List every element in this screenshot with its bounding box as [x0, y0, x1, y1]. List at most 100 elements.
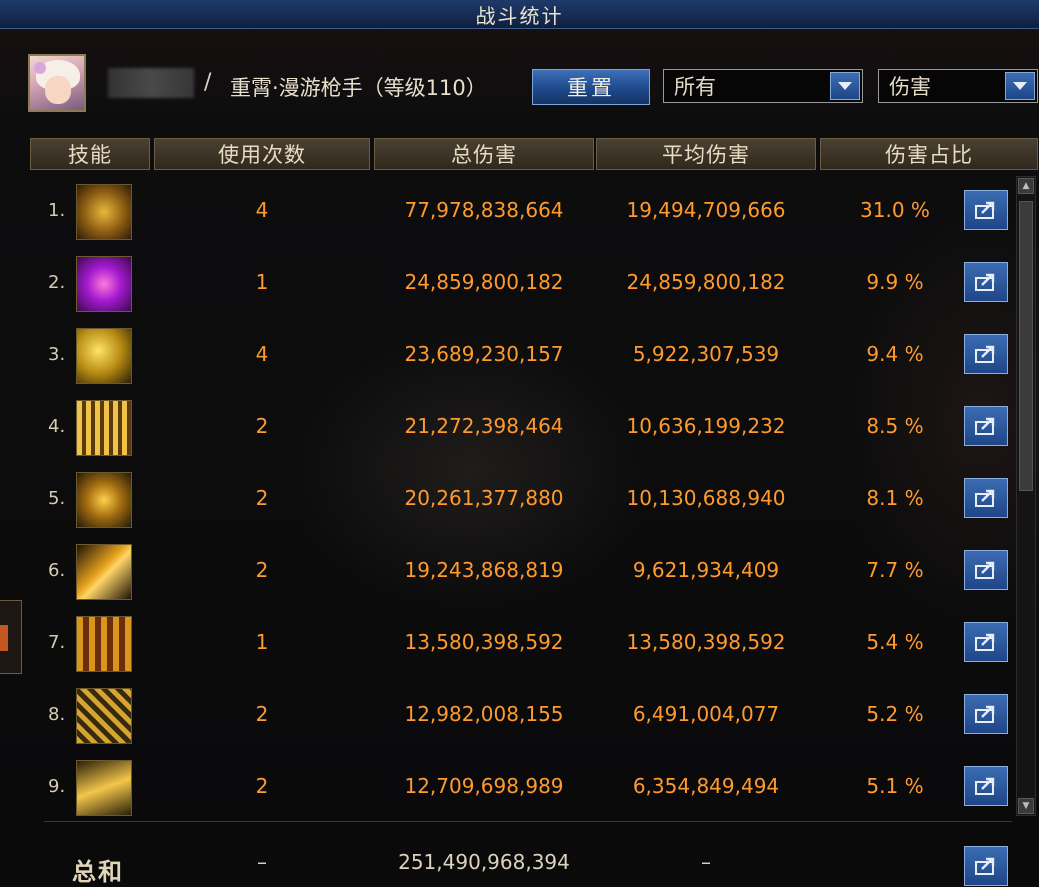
total-damage: 24,859,800,182 — [404, 270, 564, 294]
share-button[interactable] — [964, 478, 1008, 518]
average-damage: 13,580,398,592 — [626, 630, 786, 654]
rank-number: 2. — [48, 272, 66, 293]
table-row: 7. 1 13,580,398,592 13,580,398,592 5.4 % — [30, 608, 1038, 680]
share-button[interactable] — [964, 766, 1008, 806]
side-tab-handle[interactable] — [0, 600, 22, 674]
share-button[interactable] — [964, 190, 1008, 230]
damage-share: 9.4 % — [866, 342, 924, 366]
total-damage: 23,689,230,157 — [404, 342, 564, 366]
rank-number: 3. — [48, 344, 66, 365]
table-row: 6. 2 19,243,868,819 9,621,934,409 7.7 % — [30, 536, 1038, 608]
rank-number: 7. — [48, 632, 66, 653]
damage-share: 5.1 % — [866, 774, 924, 798]
total-damage: 19,243,868,819 — [404, 558, 564, 582]
header: / 重霄·漫游枪手（等级110） 重置 所有 伤害 — [28, 54, 1039, 114]
average-damage: 24,859,800,182 — [626, 270, 786, 294]
share-icon — [975, 273, 995, 291]
use-count: 2 — [255, 558, 269, 582]
share-icon — [975, 489, 995, 507]
player-name-redacted — [108, 68, 194, 98]
skill-icon-6 — [76, 544, 132, 600]
share-button[interactable] — [964, 622, 1008, 662]
column-header-count: 使用次数 — [154, 138, 370, 170]
column-header-share: 伤害占比 — [820, 138, 1038, 170]
column-header-skill: 技能 — [30, 138, 150, 170]
skill-icon-5 — [76, 472, 132, 528]
metric-dropdown[interactable]: 伤害 — [878, 69, 1038, 103]
average-damage: 10,636,199,232 — [626, 414, 786, 438]
share-button[interactable] — [964, 262, 1008, 302]
damage-share: 9.9 % — [866, 270, 924, 294]
rank-number: 5. — [48, 488, 66, 509]
use-count: 4 — [255, 198, 269, 222]
scroll-down-icon[interactable]: ▼ — [1018, 798, 1034, 814]
use-count: 2 — [255, 702, 269, 726]
total-damage: 20,261,377,880 — [404, 486, 564, 510]
damage-share: 8.1 % — [866, 486, 924, 510]
damage-share: 8.5 % — [866, 414, 924, 438]
table-row: 8. 2 12,982,008,155 6,491,004,077 5.2 % — [30, 680, 1038, 752]
table-row: 4. 2 21,272,398,464 10,636,199,232 8.5 % — [30, 392, 1038, 464]
total-damage: 12,982,008,155 — [404, 702, 564, 726]
skill-icon-9 — [76, 760, 132, 816]
total-count: – — [257, 850, 267, 874]
share-icon — [975, 417, 995, 435]
share-icon — [975, 201, 995, 219]
use-count: 2 — [255, 414, 269, 438]
skill-icon-8 — [76, 688, 132, 744]
skill-icon-3 — [76, 328, 132, 384]
share-icon — [975, 345, 995, 363]
damage-share: 31.0 % — [860, 198, 930, 222]
damage-share: 7.7 % — [866, 558, 924, 582]
chevron-down-icon[interactable] — [830, 72, 860, 100]
skill-icon-4 — [76, 400, 132, 456]
filter-dropdown-value: 所有 — [674, 75, 716, 99]
use-count: 2 — [255, 774, 269, 798]
total-damage: 21,272,398,464 — [404, 414, 564, 438]
average-damage: 19,494,709,666 — [626, 198, 786, 222]
scrollbar-thumb[interactable] — [1019, 201, 1033, 491]
damage-share: 5.2 % — [866, 702, 924, 726]
table-scrollbar[interactable]: ▲ ▼ — [1016, 176, 1036, 816]
column-header-total: 总伤害 — [374, 138, 594, 170]
skill-icon-2 — [76, 256, 132, 312]
character-class-level: 重霄·漫游枪手（等级110） — [230, 76, 487, 100]
total-average: – — [701, 850, 711, 874]
share-icon — [975, 633, 995, 651]
skill-icon-7 — [76, 616, 132, 672]
scroll-up-icon[interactable]: ▲ — [1018, 178, 1034, 194]
share-icon — [975, 561, 995, 579]
metric-dropdown-value: 伤害 — [889, 75, 931, 99]
total-damage: 13,580,398,592 — [404, 630, 564, 654]
average-damage: 6,354,849,494 — [632, 774, 780, 798]
total-damage: 77,978,838,664 — [404, 198, 564, 222]
total-damage: 12,709,698,989 — [404, 774, 564, 798]
rank-number: 6. — [48, 560, 66, 581]
chevron-down-icon[interactable] — [1005, 72, 1035, 100]
stats-table: 技能 使用次数 总伤害 平均伤害 伤害占比 1. 4 77,978,838,664 1… — [30, 138, 1038, 886]
share-icon — [975, 705, 995, 723]
column-header-average: 平均伤害 — [596, 138, 816, 170]
rank-number: 8. — [48, 704, 66, 725]
filter-dropdown[interactable]: 所有 — [663, 69, 863, 103]
table-row: 2. 1 24,859,800,182 24,859,800,182 9.9 % — [30, 248, 1038, 320]
share-button[interactable] — [964, 334, 1008, 374]
rank-number: 4. — [48, 416, 66, 437]
share-button[interactable] — [964, 846, 1008, 886]
average-damage: 5,922,307,539 — [632, 342, 780, 366]
share-button[interactable] — [964, 550, 1008, 590]
damage-share: 5.4 % — [866, 630, 924, 654]
use-count: 1 — [255, 630, 269, 654]
average-damage: 10,130,688,940 — [626, 486, 786, 510]
share-icon — [975, 857, 995, 875]
character-avatar — [28, 54, 86, 112]
share-button[interactable] — [964, 694, 1008, 734]
reset-button[interactable]: 重置 — [532, 69, 650, 105]
skill-icon-1 — [76, 184, 132, 240]
share-button[interactable] — [964, 406, 1008, 446]
window-title-bar[interactable]: 战斗统计 — [0, 0, 1039, 29]
total-damage: 251,490,968,394 — [398, 850, 570, 874]
use-count: 2 — [255, 486, 269, 510]
rank-number: 9. — [48, 776, 66, 797]
window-title: 战斗统计 — [475, 3, 564, 28]
